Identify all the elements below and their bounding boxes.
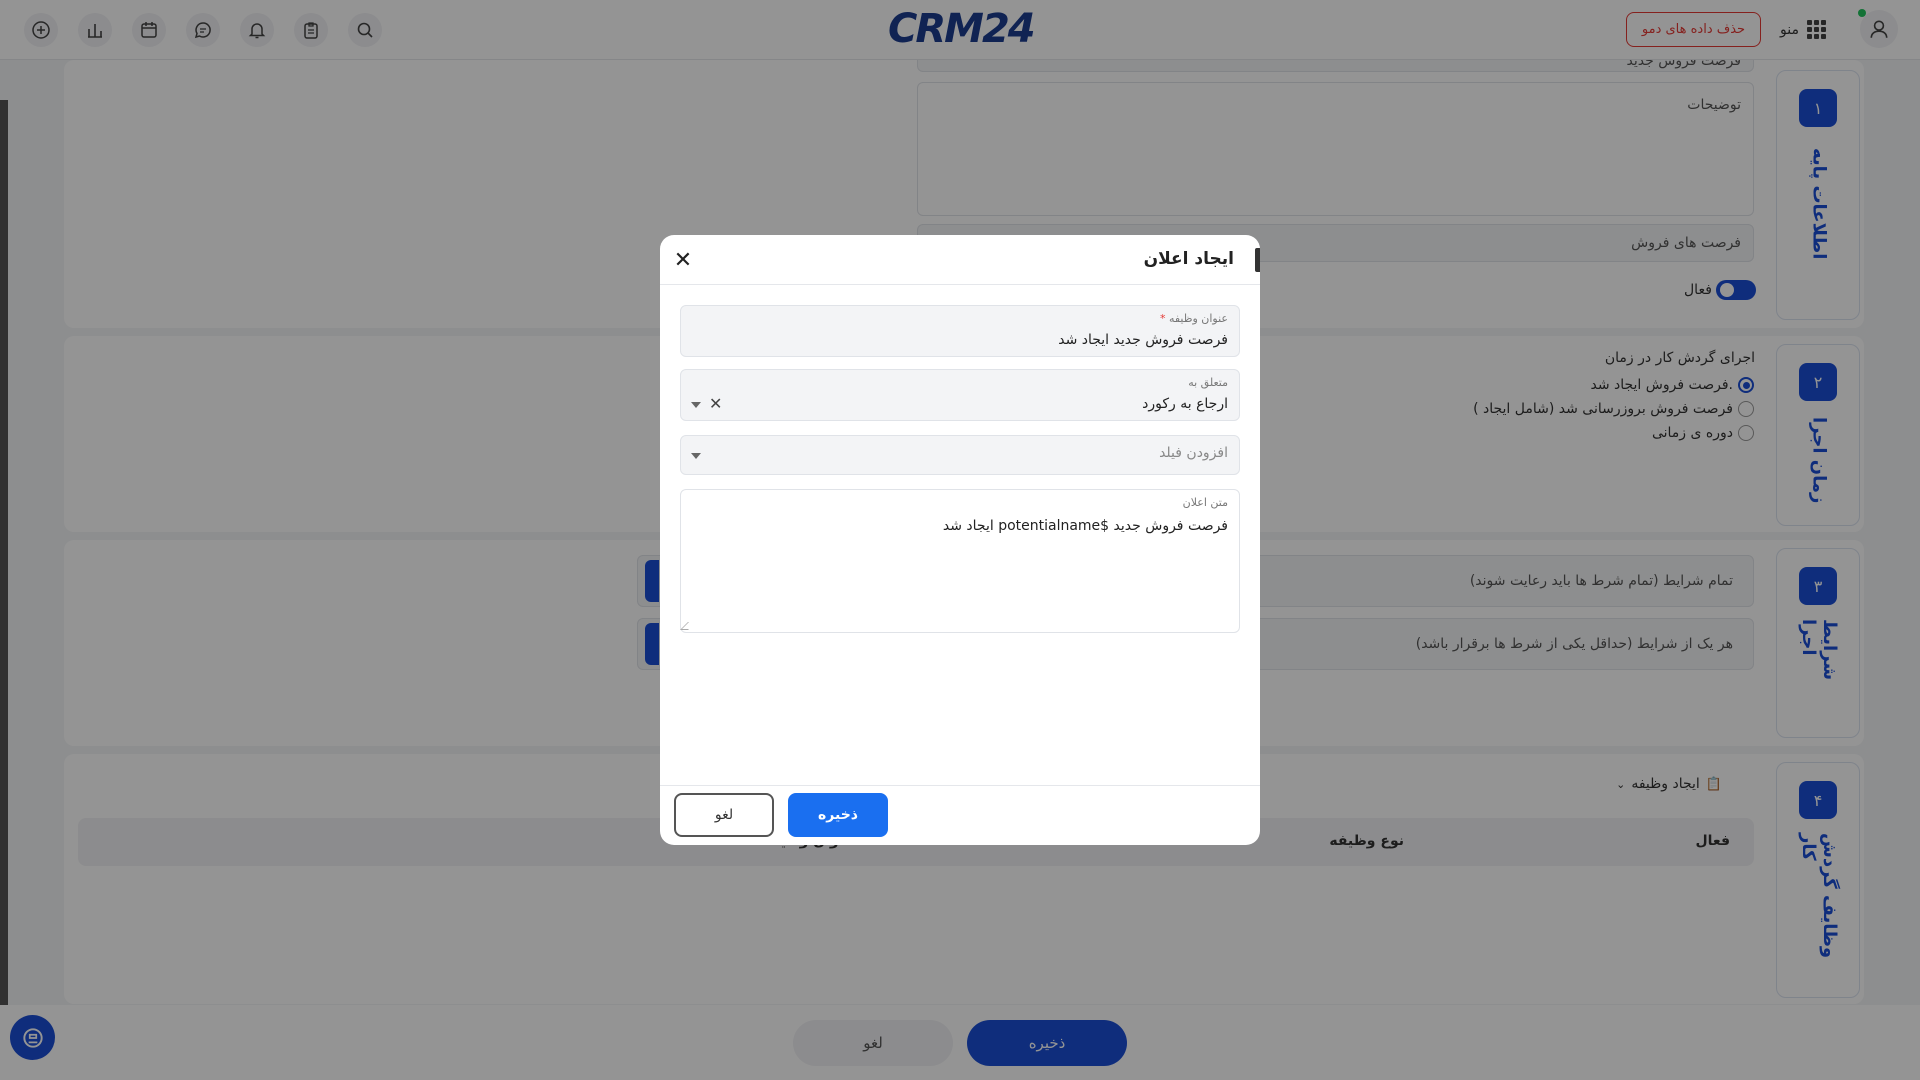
related-to-value: ارجاع به رکورد [1142,396,1228,412]
close-icon[interactable]: ✕ [670,247,696,273]
create-notification-modal: ایجاد اعلان ✕ * عنوان وظیفه فرصت فروش جد… [660,235,1260,845]
notification-text-label: متن اعلان [1182,496,1228,509]
related-to-label: متعلق به [1188,376,1228,389]
modal-save-button[interactable]: ذخیره [788,793,888,837]
modal-title: ایجاد اعلان [1143,249,1234,269]
notification-text-area[interactable]: متن اعلان فرصت فروش جدید $potentialname … [680,489,1240,633]
add-field-select[interactable]: افزودن فیلد [680,435,1240,475]
task-title-value: فرصت فروش جدید ایجاد شد [1058,332,1228,348]
task-title-label: * عنوان وظیفه [1159,312,1228,325]
task-title-field[interactable]: * عنوان وظیفه فرصت فروش جدید ایجاد شد [680,305,1240,357]
clear-icon[interactable]: ✕ [709,394,722,413]
modal-header: ایجاد اعلان ✕ [660,235,1260,285]
add-field-placeholder: افزودن فیلد [1159,445,1228,461]
chevron-down-icon[interactable] [691,453,701,459]
modal-title-accent [1255,248,1260,272]
related-to-select[interactable]: متعلق به ارجاع به رکورد ✕ [680,369,1240,421]
notification-text-value: فرصت فروش جدید $potentialname ایجاد شد [942,518,1228,534]
chevron-down-icon[interactable] [691,402,701,408]
modal-cancel-button[interactable]: لغو [674,793,774,837]
resize-handle-icon[interactable] [680,622,696,630]
